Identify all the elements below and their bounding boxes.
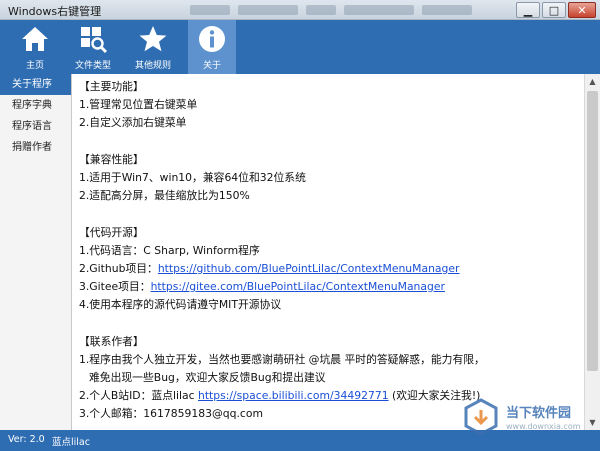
text-line: 4.使用本程序的源代码请遵守MIT开源协议 <box>79 298 282 312</box>
home-icon <box>22 27 48 51</box>
site-watermark: 当下软件园 www.downxia.com <box>462 398 598 438</box>
text-line: 1.管理常见位置右键菜单 <box>79 98 198 112</box>
text-line: 1.程序由我个人独立开发，当然也要感谢萌研社 @坑晨 平时的答疑解惑，能力有限， <box>79 352 485 366</box>
watermark-name: 当下软件园 <box>506 406 572 421</box>
watermark-url: www.downxia.com <box>506 422 581 431</box>
text-line: 3.Gitee项目：https://gitee.com/BluePointLil… <box>79 278 584 296</box>
sidebar-item-program-dictionary[interactable]: 程序字典 <box>0 95 71 116</box>
background-window-strip <box>190 2 490 18</box>
section-heading: 【兼容性能】 <box>79 152 144 166</box>
main-toolbar: 主页 文件类型 其他规则 关于 <box>0 20 600 74</box>
gitee-link[interactable]: https://gitee.com/BluePointLilac/Context… <box>151 280 445 293</box>
close-button[interactable]: ✕ <box>568 2 596 18</box>
scroll-thumb[interactable] <box>587 91 598 371</box>
file-type-icon <box>81 27 108 54</box>
text-line: 2.Github项目：https://github.com/BluePointL… <box>79 260 584 278</box>
bilibili-link[interactable]: https://space.bilibili.com/34492771 <box>198 389 389 402</box>
bilibili-label: 2.个人B站ID：蓝点lilac <box>79 389 198 403</box>
github-label: 2.Github项目： <box>79 261 158 275</box>
toolbar-home-button[interactable]: 主页 <box>12 20 58 74</box>
text-line: 2.自定义添加右键菜单 <box>79 116 187 130</box>
toolbar-file-type-label: 文件类型 <box>74 61 111 71</box>
toolbar-other-rules-label: 其他规则 <box>134 61 171 71</box>
text-line: 2.适配高分屏，最佳缩放比为150% <box>79 189 250 203</box>
sidebar-item-donate[interactable]: 捐赠作者 <box>0 137 71 158</box>
author-text: 蓝点lilac <box>52 437 90 448</box>
version-text: Ver: 2.0 <box>8 434 45 445</box>
minimize-button[interactable]: ▁ <box>516 2 540 18</box>
section-heading: 【主要功能】 <box>79 80 144 93</box>
toolbar-about-button[interactable]: 关于 <box>188 20 236 74</box>
gitee-label: 3.Gitee项目： <box>79 280 151 294</box>
star-icon <box>139 26 167 52</box>
text-line: 难免出现一些Bug，欢迎大家反馈Bug和提出建议 <box>79 369 584 387</box>
watermark-logo-icon <box>464 398 498 436</box>
about-content: 【主要功能】 1.管理常见位置右键菜单 2.自定义添加右键菜单 【兼容性能】 1… <box>73 74 584 430</box>
maximize-button[interactable]: □ <box>542 2 566 18</box>
feedback-text: 难免出现一些Bug，欢迎大家反馈Bug和提出建议 <box>89 371 326 384</box>
toolbar-file-type-button[interactable]: 文件类型 <box>70 20 116 74</box>
scroll-up-arrow-icon[interactable]: ▲ <box>585 74 600 89</box>
sidebar: 关于程序 程序字典 程序语言 捐赠作者 <box>0 74 72 430</box>
toolbar-other-rules-button[interactable]: 其他规则 <box>130 20 176 74</box>
title-bar: Windows右键管理 ▁ □ ✕ <box>0 0 600 20</box>
window-title: Windows右键管理 <box>8 5 102 18</box>
sidebar-item-program-language[interactable]: 程序语言 <box>0 116 71 137</box>
sidebar-item-about-program[interactable]: 关于程序 <box>0 74 71 95</box>
toolbar-about-label: 关于 <box>202 61 221 71</box>
toolbar-home-label: 主页 <box>25 61 44 71</box>
content-scrollbar[interactable]: ▲ ▼ <box>584 74 600 430</box>
github-link[interactable]: https://github.com/BluePointLilac/Contex… <box>158 262 460 275</box>
code-language-text: 1.代码语言：C Sharp, Winform程序 <box>79 243 260 257</box>
text-line: 1.代码语言：C Sharp, Winform程序 <box>79 242 584 260</box>
info-icon <box>199 26 225 52</box>
section-heading: 【联系作者】 <box>79 334 144 348</box>
section-heading: 【代码开源】 <box>79 225 144 239</box>
text-line: 1.适用于Win7、win10，兼容64位和32位系统 <box>79 170 306 184</box>
